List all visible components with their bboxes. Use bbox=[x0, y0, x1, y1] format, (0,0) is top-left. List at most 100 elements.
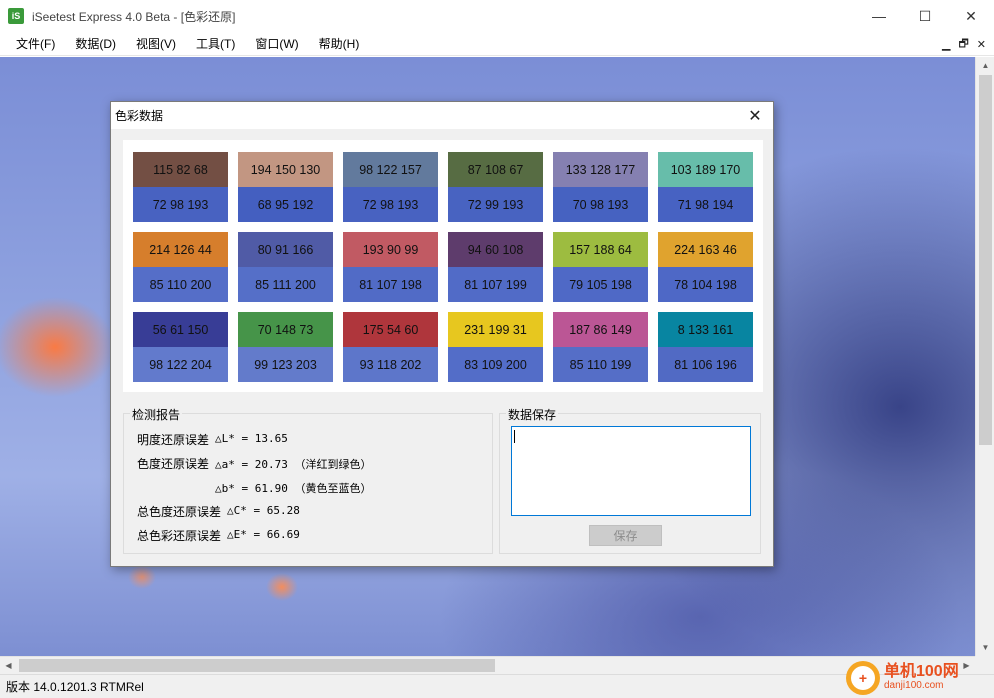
color-swatch: 56 61 150 98 122 204 bbox=[133, 312, 228, 382]
color-swatch: 70 148 73 99 123 203 bbox=[238, 312, 333, 382]
report-group: 检测报告 明度还原误差 △L* = 13.65 色度还原误差 △a* = 20.… bbox=[123, 406, 493, 554]
color-swatch: 231 199 31 83 109 200 bbox=[448, 312, 543, 382]
dialog-title: 色彩数据 bbox=[115, 109, 164, 123]
report-label-total-chroma: 总色度还原误差 bbox=[137, 505, 222, 519]
report-label-chroma: 色度还原误差 bbox=[137, 457, 210, 471]
swatch-original-value: 175 54 60 bbox=[343, 312, 438, 347]
swatch-measured-value: 81 107 199 bbox=[448, 267, 543, 302]
menu-view[interactable]: 视图(V) bbox=[127, 32, 185, 56]
dialog-titlebar: 色彩数据 ✕ bbox=[111, 102, 773, 129]
swatch-measured-value: 72 99 193 bbox=[448, 187, 543, 222]
status-bar: 版本 14.0.1201.3 RTMRel bbox=[0, 674, 994, 698]
scroll-up-icon[interactable]: ▲ bbox=[976, 57, 994, 74]
swatch-measured-value: 98 122 204 bbox=[133, 347, 228, 382]
swatch-measured-value: 70 98 193 bbox=[553, 187, 648, 222]
color-swatch: 8 133 161 81 106 196 bbox=[658, 312, 753, 382]
save-group: 数据保存 保存 bbox=[499, 406, 761, 554]
menu-window[interactable]: 窗口(W) bbox=[246, 32, 307, 56]
color-swatch: 193 90 99 81 107 198 bbox=[343, 232, 438, 302]
watermark-name: 单机100网 bbox=[884, 663, 959, 681]
color-data-dialog: 色彩数据 ✕ 115 82 68 72 98 193 194 150 130 68 9… bbox=[110, 101, 774, 567]
report-label-total-color: 总色彩还原误差 bbox=[137, 529, 222, 543]
swatch-original-value: 56 61 150 bbox=[133, 312, 228, 347]
version-text: 版本 14.0.1201.3 RTMRel bbox=[6, 680, 144, 694]
watermark-text: 单机100网 danji100.com bbox=[884, 664, 959, 691]
menu-data[interactable]: 数据(D) bbox=[66, 32, 125, 56]
window-controls: — ☐ ✕ bbox=[856, 0, 994, 32]
color-swatch: 98 122 157 72 98 193 bbox=[343, 152, 438, 222]
report-value-c: △C* = 65.28 bbox=[227, 504, 300, 517]
horizontal-scroll-thumb[interactable] bbox=[19, 659, 495, 672]
swatch-original-value: 133 128 177 bbox=[553, 152, 648, 187]
save-group-label: 数据保存 bbox=[506, 406, 559, 423]
swatch-measured-value: 83 109 200 bbox=[448, 347, 543, 382]
color-swatch: 157 188 64 79 105 198 bbox=[553, 232, 648, 302]
watermark-logo-icon: + bbox=[846, 661, 880, 695]
mdi-minimize-button[interactable]: ▁ bbox=[942, 38, 950, 51]
swatch-measured-value: 93 118 202 bbox=[343, 347, 438, 382]
color-swatch: 115 82 68 72 98 193 bbox=[133, 152, 228, 222]
swatch-measured-value: 85 110 199 bbox=[553, 347, 648, 382]
swatch-original-value: 8 133 161 bbox=[658, 312, 753, 347]
swatch-original-value: 115 82 68 bbox=[133, 152, 228, 187]
vertical-scroll-thumb[interactable] bbox=[979, 75, 992, 445]
report-value-b: △b* = 61.90 （黄色至蓝色） bbox=[215, 482, 372, 495]
swatch-original-value: 193 90 99 bbox=[343, 232, 438, 267]
report-value-lightness: △L* = 13.65 bbox=[215, 432, 288, 445]
color-swatch: 224 163 46 78 104 198 bbox=[658, 232, 753, 302]
swatch-original-value: 80 91 166 bbox=[238, 232, 333, 267]
app-icon: iS bbox=[8, 8, 24, 24]
color-swatch: 80 91 166 85 111 200 bbox=[238, 232, 333, 302]
swatch-measured-value: 72 98 193 bbox=[133, 187, 228, 222]
swatch-measured-value: 85 110 200 bbox=[133, 267, 228, 302]
swatch-original-value: 157 188 64 bbox=[553, 232, 648, 267]
color-swatch: 194 150 130 68 95 192 bbox=[238, 152, 333, 222]
color-swatch: 103 189 170 71 98 194 bbox=[658, 152, 753, 222]
swatch-original-value: 70 148 73 bbox=[238, 312, 333, 347]
mdi-restore-button[interactable]: 🗗 bbox=[958, 35, 968, 54]
close-button[interactable]: ✕ bbox=[948, 0, 994, 32]
report-value-e: △E* = 66.69 bbox=[227, 528, 300, 541]
report-value-a: △a* = 20.73 （洋红到绿色） bbox=[215, 458, 372, 471]
color-swatch: 187 86 149 85 110 199 bbox=[553, 312, 648, 382]
menu-file[interactable]: 文件(F) bbox=[7, 32, 64, 56]
save-textarea[interactable] bbox=[511, 426, 751, 516]
swatch-measured-value: 72 98 193 bbox=[343, 187, 438, 222]
swatch-original-value: 94 60 108 bbox=[448, 232, 543, 267]
watermark-url: danji100.com bbox=[884, 680, 944, 692]
minimize-button[interactable]: — bbox=[856, 0, 902, 32]
swatch-measured-value: 85 111 200 bbox=[238, 267, 333, 302]
window-title: iSeetest Express 4.0 Beta - [色彩还原] bbox=[32, 9, 236, 24]
swatch-measured-value: 68 95 192 bbox=[238, 187, 333, 222]
window-titlebar: iS iSeetest Express 4.0 Beta - [色彩还原] — … bbox=[0, 0, 994, 32]
report-label-lightness: 明度还原误差 bbox=[137, 433, 210, 447]
maximize-button[interactable]: ☐ bbox=[902, 0, 948, 32]
mdi-close-button[interactable]: ✕ bbox=[977, 38, 986, 51]
save-button[interactable]: 保存 bbox=[589, 525, 662, 546]
color-swatch: 87 108 67 72 99 193 bbox=[448, 152, 543, 222]
menu-bar: 文件(F) 数据(D) 视图(V) 工具(T) 窗口(W) 帮助(H) ▁ 🗗 … bbox=[0, 32, 994, 56]
scroll-left-icon[interactable]: ◀ bbox=[0, 657, 17, 674]
color-swatch: 214 126 44 85 110 200 bbox=[133, 232, 228, 302]
menu-tools[interactable]: 工具(T) bbox=[187, 32, 244, 56]
vertical-scrollbar[interactable]: ▲ ▼ bbox=[975, 57, 994, 656]
swatch-original-value: 103 189 170 bbox=[658, 152, 753, 187]
swatch-measured-value: 78 104 198 bbox=[658, 267, 753, 302]
swatch-original-value: 187 86 149 bbox=[553, 312, 648, 347]
swatch-measured-value: 71 98 194 bbox=[658, 187, 753, 222]
horizontal-scrollbar[interactable]: ◀ ▶ bbox=[0, 656, 975, 674]
report-group-label: 检测报告 bbox=[130, 406, 183, 423]
swatch-original-value: 87 108 67 bbox=[448, 152, 543, 187]
swatch-measured-value: 79 105 198 bbox=[553, 267, 648, 302]
swatch-original-value: 194 150 130 bbox=[238, 152, 333, 187]
swatch-measured-value: 81 106 196 bbox=[658, 347, 753, 382]
swatch-panel: 115 82 68 72 98 193 194 150 130 68 95 192 98… bbox=[123, 140, 763, 392]
menu-help[interactable]: 帮助(H) bbox=[310, 32, 369, 56]
color-swatch: 175 54 60 93 118 202 bbox=[343, 312, 438, 382]
dialog-close-icon[interactable]: ✕ bbox=[737, 102, 773, 129]
swatch-original-value: 224 163 46 bbox=[658, 232, 753, 267]
color-swatch: 133 128 177 70 98 193 bbox=[553, 152, 648, 222]
watermark-logo-plus: + bbox=[851, 666, 875, 690]
swatch-measured-value: 99 123 203 bbox=[238, 347, 333, 382]
scroll-down-icon[interactable]: ▼ bbox=[976, 639, 994, 656]
